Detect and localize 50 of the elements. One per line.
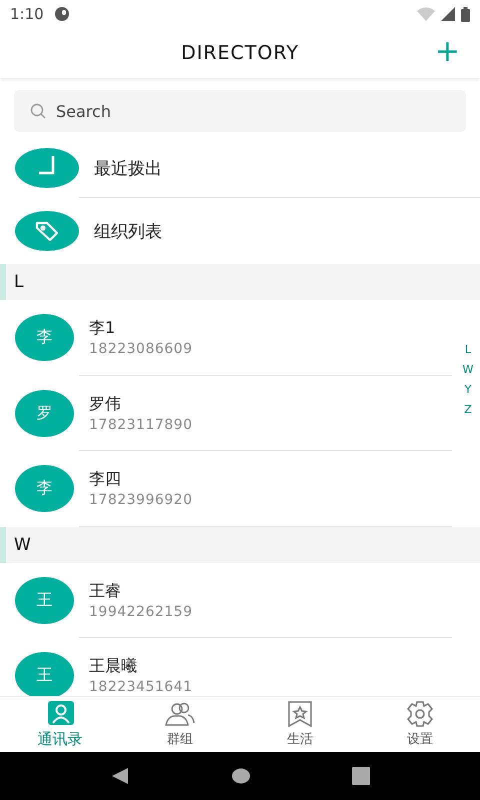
index-letter[interactable]: Y: [460, 380, 476, 400]
contact-avatar: 李: [15, 314, 74, 362]
contact-item[interactable]: 罗 罗伟 17823117890: [0, 376, 452, 451]
shortcut-item[interactable]: 最近拨出: [0, 138, 480, 198]
contact-phone: 18223451641: [89, 679, 192, 696]
contact-name: 王睿: [89, 580, 122, 602]
contact-item[interactable]: 王 王睿 19942262159: [0, 562, 452, 638]
signal-icon: [441, 7, 455, 21]
contact-phone: 19942262159: [89, 604, 192, 620]
contact-name: 李1: [89, 318, 116, 340]
page-title: DIRECTORY: [181, 42, 299, 64]
tab[interactable]: 群组: [120, 697, 240, 752]
section-letter: L: [14, 272, 24, 292]
back-icon[interactable]: [110, 766, 130, 786]
contact-name: 王晨曦: [89, 656, 138, 678]
tab[interactable]: 通讯录: [0, 697, 120, 752]
recents-icon[interactable]: [352, 767, 370, 785]
shortcut-label: 组织列表: [94, 220, 162, 242]
status-time: 1:10: [10, 5, 44, 23]
section-letter: W: [14, 534, 31, 554]
tag-icon: [15, 211, 79, 251]
settings-icon: [406, 701, 434, 727]
star-bookmark-icon: [287, 701, 313, 727]
contact-avatar: 李: [15, 465, 74, 512]
search-field[interactable]: Search: [14, 90, 466, 132]
contact-name: 罗伟: [89, 394, 122, 415]
contact-phone: 17823996920: [89, 492, 192, 508]
shortcut-label: 最近拨出: [94, 158, 162, 180]
shortcut-item[interactable]: 组织列表: [0, 198, 480, 264]
tab[interactable]: 设置: [360, 697, 480, 752]
index-letter[interactable]: L: [460, 340, 476, 360]
contact-item[interactable]: 李 李1 18223086609: [0, 300, 452, 376]
contact-phone: 18223086609: [89, 341, 192, 358]
search-icon: [30, 103, 46, 119]
person-icon: [46, 700, 74, 726]
contact-item[interactable]: 李 李四 17823996920: [0, 451, 452, 526]
contact-phone: 17823117890: [89, 416, 192, 433]
contact-name: 李四: [89, 469, 122, 490]
index-letter[interactable]: Z: [460, 400, 476, 420]
wifi-icon: [417, 7, 435, 21]
contact-avatar: 罗: [15, 390, 74, 437]
index-letter[interactable]: W: [460, 360, 476, 380]
contact-avatar: 王: [15, 652, 74, 696]
clock-icon: [15, 148, 79, 188]
home-icon[interactable]: [230, 767, 251, 785]
battery-icon: [461, 6, 470, 22]
notification-icon: [54, 6, 70, 22]
tab[interactable]: 生活: [240, 697, 360, 752]
contact-avatar: 王: [15, 576, 74, 624]
people-icon: [165, 701, 195, 727]
